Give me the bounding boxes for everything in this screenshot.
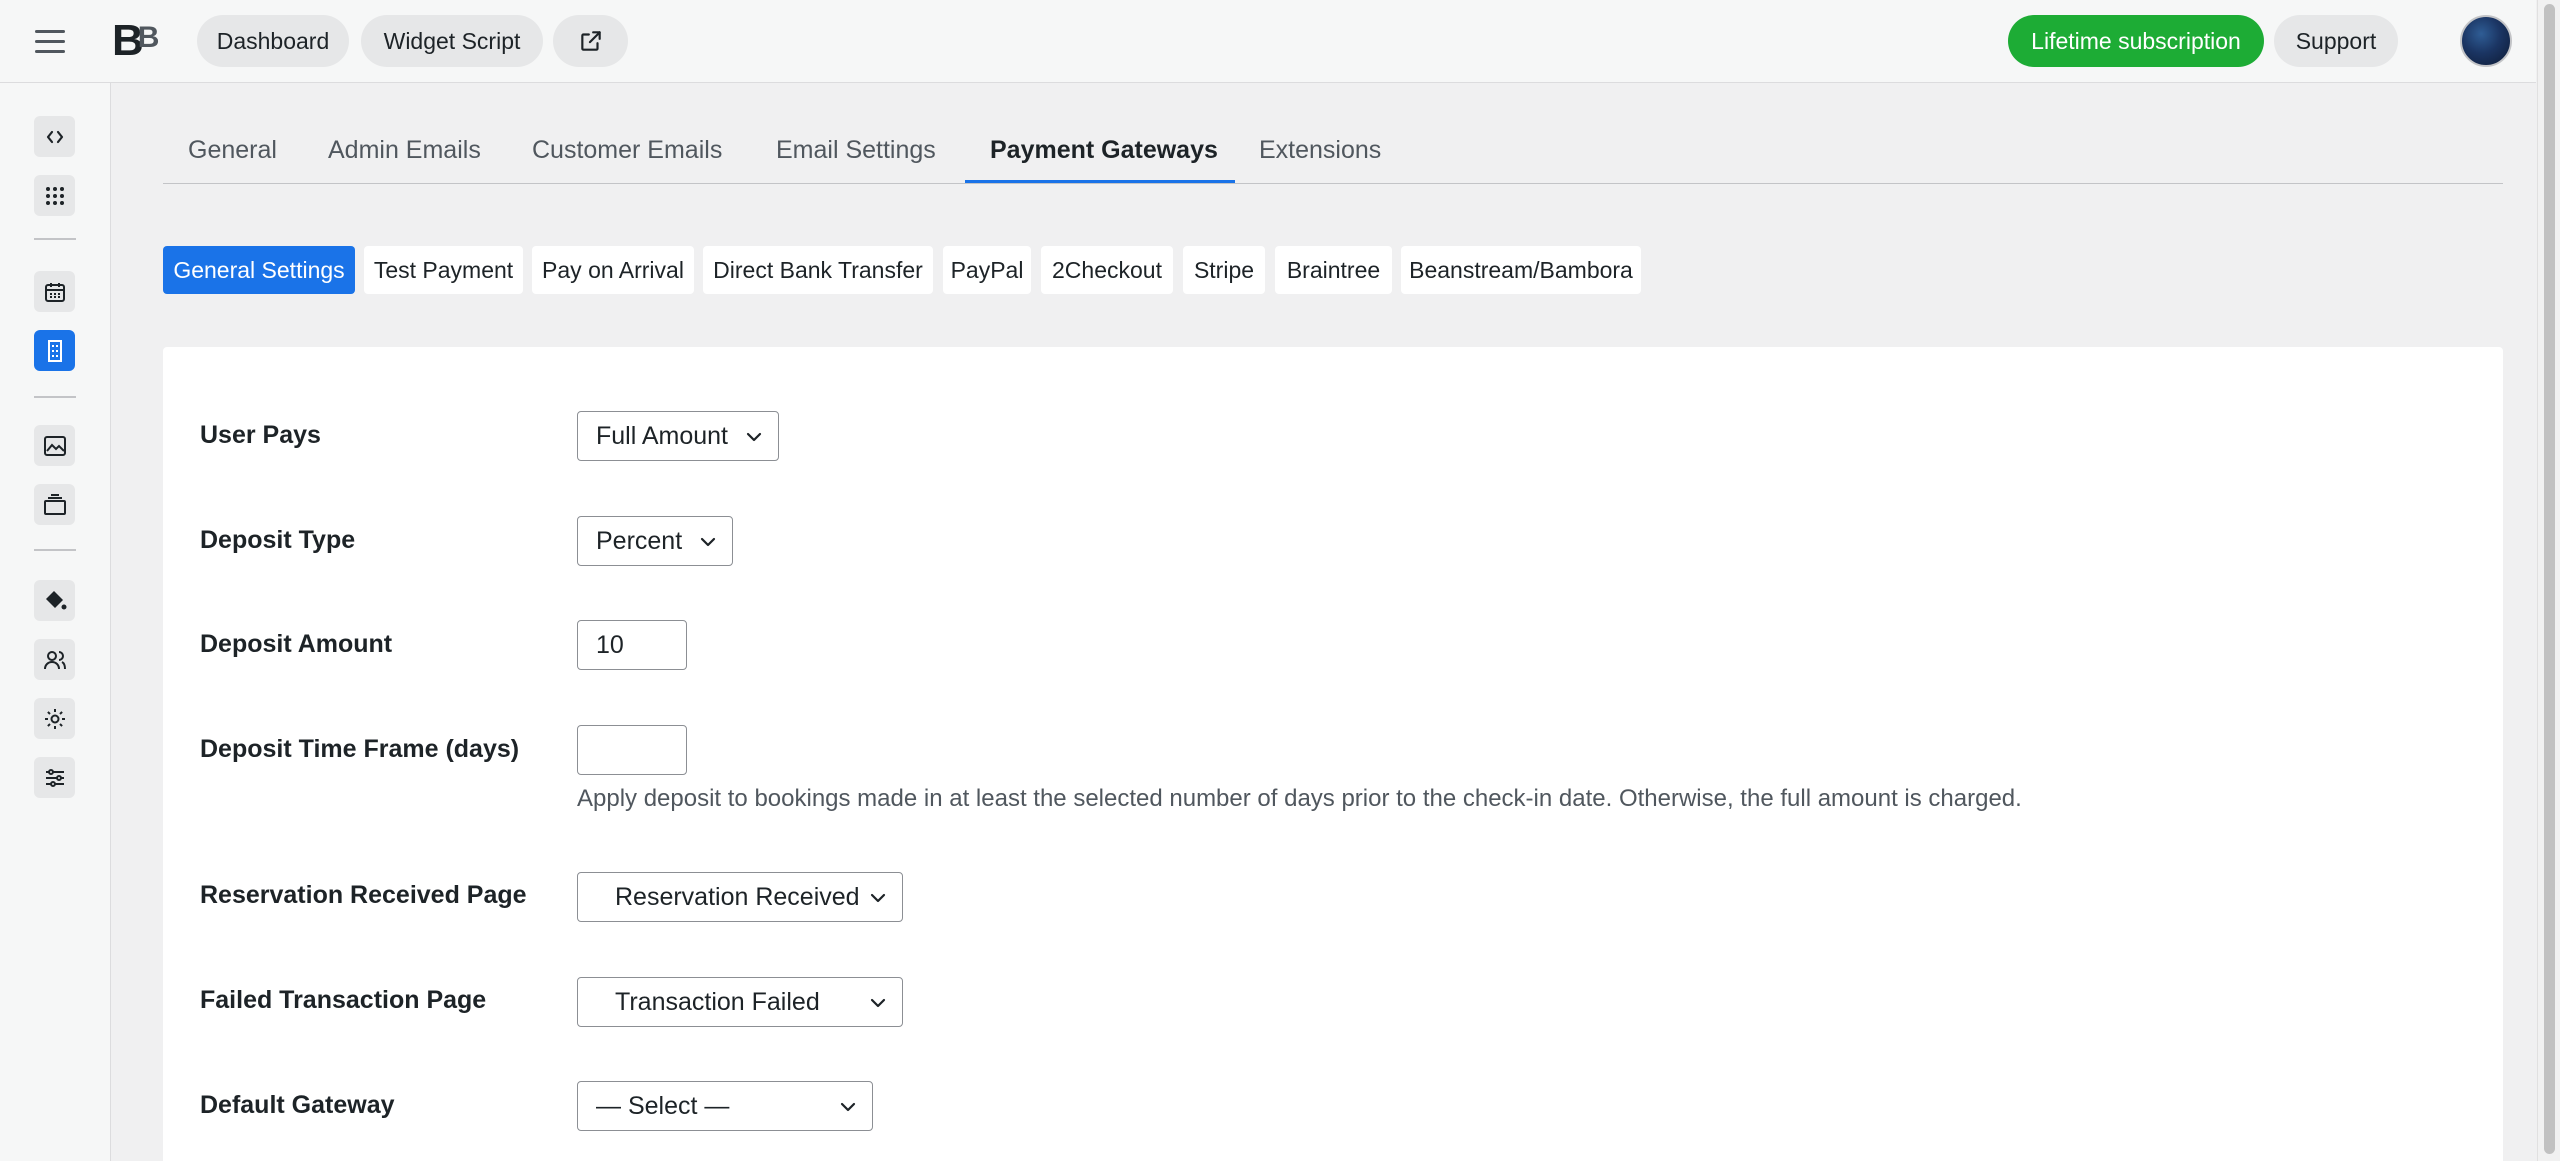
subtab-test-payment[interactable]: Test Payment — [364, 246, 523, 294]
failed-transaction-page-label: Failed Transaction Page — [200, 986, 487, 1014]
image-icon[interactable] — [34, 425, 75, 466]
code-icon[interactable] — [34, 116, 75, 157]
chevron-down-icon — [746, 432, 762, 442]
grid-icon[interactable] — [34, 175, 75, 216]
sidebar-divider — [34, 549, 76, 551]
paint-bucket-icon[interactable] — [34, 580, 75, 621]
users-icon[interactable] — [34, 639, 75, 680]
subtab-braintree[interactable]: Braintree — [1275, 246, 1392, 294]
widget-script-button[interactable]: Widget Script — [361, 15, 543, 67]
deposit-time-frame-label: Deposit Time Frame (days) — [200, 735, 520, 763]
sidebar-divider — [34, 396, 76, 398]
deposit-type-select[interactable]: Percent — [577, 516, 733, 566]
external-link-icon — [580, 31, 601, 51]
chevron-down-icon — [840, 1102, 856, 1112]
user-pays-label: User Pays — [200, 421, 321, 449]
tab-general[interactable]: General — [188, 136, 277, 165]
reservation-received-page-label: Reservation Received Page — [200, 881, 527, 909]
avatar[interactable] — [2460, 15, 2512, 67]
tab-extensions[interactable]: Extensions — [1259, 136, 1381, 165]
reservation-received-page-value: Reservation Received — [615, 882, 860, 911]
subtab-paypal[interactable]: PayPal — [943, 246, 1031, 294]
deposit-type-label: Deposit Type — [200, 526, 356, 554]
settings-tabs: General Admin Emails Customer Emails Ema… — [163, 110, 2503, 184]
active-tab-indicator — [965, 180, 1235, 183]
tab-email-settings[interactable]: Email Settings — [776, 136, 936, 165]
subtab-stripe[interactable]: Stripe — [1183, 246, 1265, 294]
calendar-icon[interactable] — [34, 271, 75, 312]
failed-transaction-page-value: Transaction Failed — [615, 987, 820, 1016]
chevron-down-icon — [870, 998, 886, 1008]
deposit-help-text: Apply deposit to bookings made in at lea… — [577, 785, 2022, 812]
tab-admin-emails[interactable]: Admin Emails — [328, 136, 481, 165]
sidebar-divider — [34, 238, 76, 240]
external-link-button[interactable] — [553, 15, 628, 67]
support-button[interactable]: Support — [2274, 15, 2398, 67]
user-pays-value: Full Amount — [596, 421, 729, 450]
failed-transaction-page-select[interactable]: Transaction Failed — [577, 977, 903, 1027]
default-gateway-label: Default Gateway — [200, 1091, 395, 1119]
deposit-amount-input[interactable]: 10 — [577, 620, 687, 670]
dashboard-button[interactable]: Dashboard — [197, 15, 349, 67]
tab-payment-gateways[interactable]: Payment Gateways — [990, 136, 1218, 165]
subtab-direct-bank-transfer[interactable]: Direct Bank Transfer — [703, 246, 933, 294]
chevron-down-icon — [700, 537, 716, 547]
sidebar — [0, 83, 111, 1161]
default-gateway-select[interactable]: — Select — — [577, 1081, 873, 1131]
building-icon[interactable] — [34, 330, 75, 371]
sliders-icon[interactable] — [34, 757, 75, 798]
scrollbar-thumb[interactable] — [2544, 4, 2555, 1154]
subtab-2checkout[interactable]: 2Checkout — [1041, 246, 1173, 294]
reservation-received-page-select[interactable]: Reservation Received — [577, 872, 903, 922]
deposit-amount-label: Deposit Amount — [200, 630, 393, 658]
tab-customer-emails[interactable]: Customer Emails — [532, 136, 722, 165]
logo[interactable]: B B — [112, 16, 160, 65]
subtab-beanstream-bambora[interactable]: Beanstream/Bambora — [1401, 246, 1641, 294]
lifetime-subscription-button[interactable]: Lifetime subscription — [2008, 15, 2264, 67]
chevron-down-icon — [870, 893, 886, 903]
deposit-type-value: Percent — [596, 526, 683, 555]
menu-icon[interactable] — [30, 22, 70, 60]
default-gateway-value: — Select — — [596, 1091, 730, 1120]
subtab-general-settings[interactable]: General Settings — [163, 246, 355, 294]
deposit-time-frame-input[interactable] — [577, 725, 687, 775]
subtab-pay-on-arrival[interactable]: Pay on Arrival — [532, 246, 694, 294]
logo-letter-small: B — [137, 21, 160, 54]
logo-letter: B — [112, 16, 144, 65]
top-bar: B B Dashboard Widget Script Lifetime sub… — [0, 0, 2536, 83]
layers-icon[interactable] — [34, 484, 75, 525]
gear-icon[interactable] — [34, 698, 75, 739]
user-pays-select[interactable]: Full Amount — [577, 411, 779, 461]
